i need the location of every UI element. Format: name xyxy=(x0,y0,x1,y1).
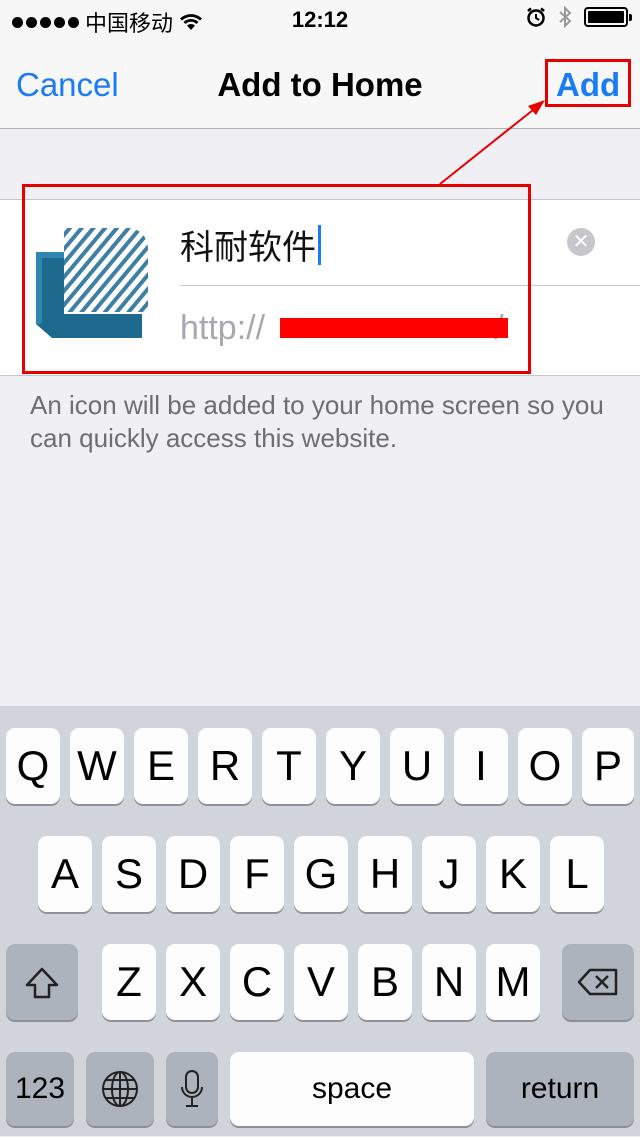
dictation-key[interactable] xyxy=(166,1052,218,1126)
numbers-key[interactable]: 123 xyxy=(6,1052,74,1126)
shift-key[interactable] xyxy=(6,944,78,1020)
key-i[interactable]: I xyxy=(454,728,508,804)
key-q[interactable]: Q xyxy=(6,728,60,804)
key-v[interactable]: V xyxy=(294,944,348,1020)
key-d[interactable]: D xyxy=(166,836,220,912)
key-s[interactable]: S xyxy=(102,836,156,912)
key-u[interactable]: U xyxy=(390,728,444,804)
key-p[interactable]: P xyxy=(582,728,634,804)
key-n[interactable]: N xyxy=(422,944,476,1020)
key-w[interactable]: W xyxy=(70,728,124,804)
key-r[interactable]: R xyxy=(198,728,252,804)
key-h[interactable]: H xyxy=(358,836,412,912)
key-c[interactable]: C xyxy=(230,944,284,1020)
key-z[interactable]: Z xyxy=(102,944,156,1020)
clear-text-button[interactable]: ✕ xyxy=(567,228,595,256)
return-key[interactable]: return xyxy=(486,1052,634,1126)
backspace-icon xyxy=(577,968,618,996)
key-l[interactable]: L xyxy=(550,836,604,912)
delete-key[interactable] xyxy=(562,944,634,1020)
annotation-box-fields xyxy=(22,184,531,374)
globe-icon xyxy=(102,1071,138,1107)
key-e[interactable]: E xyxy=(134,728,188,804)
key-j[interactable]: J xyxy=(422,836,476,912)
help-text: An icon will be added to your home scree… xyxy=(30,390,604,453)
shift-arrow-icon xyxy=(25,967,59,999)
microphone-icon xyxy=(181,1070,203,1107)
key-a[interactable]: A xyxy=(38,836,92,912)
key-b[interactable]: B xyxy=(358,944,412,1020)
annotation-arrow xyxy=(439,100,545,185)
key-y[interactable]: Y xyxy=(326,728,380,804)
key-x[interactable]: X xyxy=(166,944,220,1020)
key-o[interactable]: O xyxy=(518,728,572,804)
key-f[interactable]: F xyxy=(230,836,284,912)
keyboard: Q W E R T Y U I O P A S D F G H J K L Z … xyxy=(0,706,640,1136)
globe-key[interactable] xyxy=(86,1052,154,1126)
key-t[interactable]: T xyxy=(262,728,316,804)
space-key[interactable]: space xyxy=(230,1052,474,1126)
key-g[interactable]: G xyxy=(294,836,348,912)
key-m[interactable]: M xyxy=(486,944,540,1020)
key-k[interactable]: K xyxy=(486,836,540,912)
